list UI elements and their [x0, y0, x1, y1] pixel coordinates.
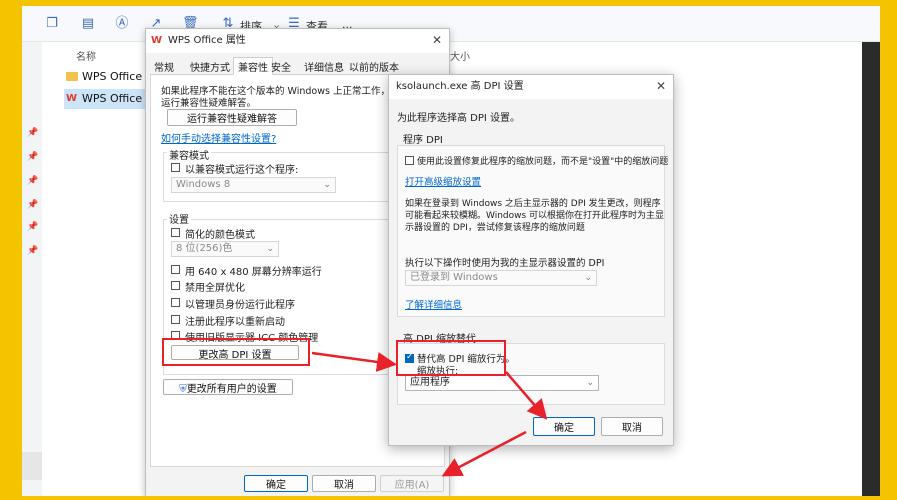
intro-text-2: 运行兼容性疑难解答。	[161, 98, 257, 109]
learn-more-link[interactable]: 了解详细信息	[405, 297, 462, 311]
dpi-heading: 为此程序选择高 DPI 设置。	[397, 113, 521, 124]
res-640-label: 用 640 x 480 屏幕分辨率运行	[185, 267, 322, 278]
run-troubleshooter-button[interactable]: 运行兼容性疑难解答	[167, 109, 297, 126]
annotation-box-override	[396, 340, 506, 376]
program-dpi-checkbox[interactable]	[405, 156, 414, 165]
change-all-users-label: 更改所有用户的设置	[186, 384, 277, 395]
pin-icon: 📌	[27, 152, 39, 162]
navigation-pane[interactable]: 📌 📌 📌 📌 📌 📌	[22, 42, 42, 496]
properties-tabs: 常规 快捷方式 兼容性 安全 详细信息 以前的版本	[150, 57, 445, 75]
frame-right	[880, 0, 897, 500]
annotation-box-change-dpi	[162, 338, 310, 366]
use-dpi-select[interactable]: 已登录到 Windows ⌄	[405, 270, 597, 286]
pin-icon: 📌	[27, 200, 39, 210]
reduced-color-label: 简化的颜色模式	[185, 230, 255, 241]
change-all-users-button[interactable]: ⛨更改所有用户的设置	[163, 379, 293, 395]
column-header-name[interactable]: 名称	[76, 48, 96, 63]
res-640-checkbox[interactable]	[171, 265, 180, 274]
properties-title-bar[interactable]: W WPS Office 属性 ✕	[146, 29, 449, 53]
compat-mode-checkbox[interactable]	[171, 163, 180, 172]
dpi-title: ksolaunch.exe 高 DPI 设置	[396, 81, 524, 92]
pin-icon: 📌	[27, 128, 39, 138]
compat-mode-group-label: 兼容模式	[167, 147, 211, 162]
tab-security[interactable]: 安全	[271, 59, 291, 74]
wps-logo-icon: W	[66, 93, 78, 104]
pin-icon: 📌	[27, 222, 39, 232]
register-restart-checkbox[interactable]	[171, 315, 180, 324]
ok-button[interactable]: 确定	[244, 475, 308, 492]
wps-logo-icon: W	[151, 35, 163, 46]
nav-scroll-thumb[interactable]	[22, 452, 42, 480]
reduced-color-checkbox[interactable]	[171, 228, 180, 237]
register-restart-label: 注册此程序以重新启动	[185, 317, 285, 328]
settings-group-label: 设置	[167, 211, 191, 226]
compat-mode-value: Windows 8	[176, 179, 231, 190]
file-row-wps[interactable]: W WPS Office	[64, 89, 150, 109]
copy-icon[interactable]: ❐	[44, 16, 60, 32]
compat-mode-select[interactable]: Windows 8 ⌄	[171, 177, 336, 193]
disable-fullscreen-label: 禁用全屏优化	[185, 283, 245, 294]
scaling-performed-value: 应用程序	[410, 377, 450, 388]
properties-footer: 确定 取消 应用(A)	[146, 469, 449, 496]
use-dpi-label: 执行以下操作时使用为我的主显示器设置的 DPI	[405, 258, 605, 269]
close-icon[interactable]: ✕	[430, 33, 444, 47]
dpi-cancel-button[interactable]: 取消	[601, 417, 663, 436]
properties-title: WPS Office 属性	[168, 35, 246, 46]
tab-compatibility[interactable]: 兼容性	[233, 57, 273, 75]
pin-icon: 📌	[27, 176, 39, 186]
tab-general[interactable]: 常规	[154, 59, 174, 74]
column-header-size[interactable]: 大小	[450, 48, 470, 63]
chevron-down-icon: ⌄	[586, 378, 594, 388]
color-depth-value: 8 位(256)色	[176, 243, 233, 254]
rename-icon[interactable]: Ⓐ	[114, 16, 130, 32]
file-name: WPS Office	[82, 92, 143, 105]
advanced-scaling-link[interactable]: 打开高级缩放设置	[405, 174, 481, 188]
close-icon[interactable]: ✕	[654, 79, 668, 93]
scaling-performed-select[interactable]: 应用程序 ⌄	[405, 375, 599, 391]
program-dpi-group-label: 程序 DPI	[403, 135, 443, 146]
file-row-folder[interactable]: WPS Office 工具	[64, 67, 150, 87]
pin-icon: 📌	[27, 246, 39, 256]
tab-shortcut[interactable]: 快捷方式	[190, 59, 230, 74]
cancel-button[interactable]: 取消	[312, 475, 376, 492]
file-name: WPS Office 工具	[82, 70, 150, 83]
chevron-down-icon: ⌄	[323, 180, 331, 190]
high-dpi-dialog: ksolaunch.exe 高 DPI 设置 ✕ 为此程序选择高 DPI 设置。…	[388, 74, 674, 446]
background-dark-strip	[862, 42, 880, 496]
compat-mode-label: 以兼容模式运行这个程序:	[185, 165, 299, 176]
tab-previous-versions[interactable]: 以前的版本	[349, 59, 399, 74]
dpi-title-bar[interactable]: ksolaunch.exe 高 DPI 设置 ✕	[389, 75, 673, 99]
use-dpi-value: 已登录到 Windows	[410, 272, 498, 283]
chevron-down-icon: ⌄	[584, 273, 592, 283]
run-as-admin-checkbox[interactable]	[171, 298, 180, 307]
dpi-ok-button[interactable]: 确定	[533, 417, 595, 436]
apply-button[interactable]: 应用(A)	[380, 475, 444, 492]
frame-bottom	[0, 496, 897, 500]
frame-left	[0, 0, 22, 500]
program-dpi-label: 使用此设置修复此程序的缩放问题，而不是"设置"中的缩放问题	[417, 157, 669, 167]
chevron-down-icon: ⌄	[266, 244, 274, 254]
paste-icon[interactable]: ▤	[80, 16, 96, 32]
run-as-admin-label: 以管理员身份运行此程序	[185, 300, 295, 311]
blur-text-3: 示器设置的 DPI，尝试修复该程序的缩放问题	[405, 223, 585, 233]
color-depth-select[interactable]: 8 位(256)色 ⌄	[171, 241, 279, 257]
manual-compat-link[interactable]: 如何手动选择兼容性设置?	[161, 130, 276, 145]
shield-icon: ⛨	[179, 384, 187, 395]
tab-details[interactable]: 详细信息	[304, 59, 344, 74]
folder-icon	[66, 72, 78, 81]
disable-fullscreen-checkbox[interactable]	[171, 281, 180, 290]
